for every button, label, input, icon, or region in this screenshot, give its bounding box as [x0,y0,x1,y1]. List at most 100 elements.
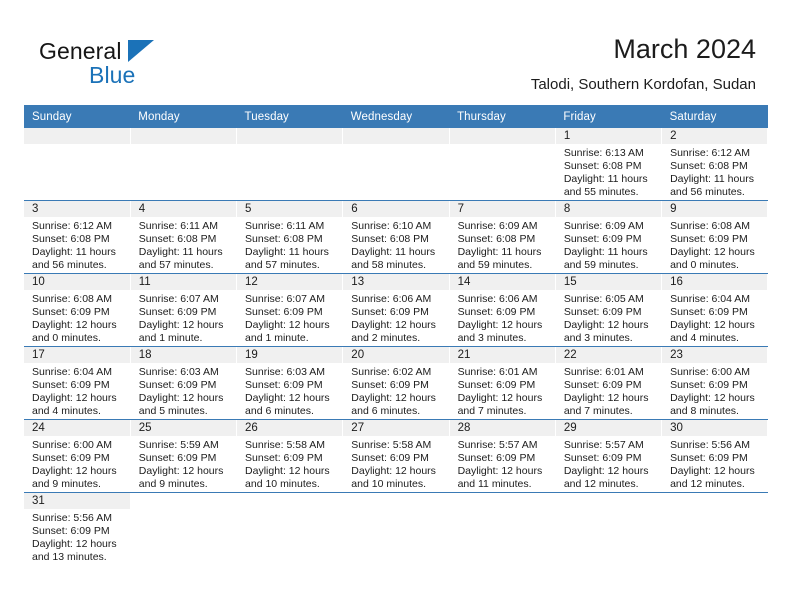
daylight-duration-line2: and 9 minutes. [138,478,208,491]
calendar-cell-inner: 7 Sunrise: 6:09 AM Sunset: 6:08 PM Daylight… [449,201,555,273]
day-sun-info: Sunrise: 5:58 AM Sunset: 6:09 PM Daylight:… [343,436,448,491]
calendar-day-cell[interactable]: 16 Sunrise: 6:04 AM Sunset: 6:09 PM Dayligh… [661,273,769,347]
calendar-day-cell[interactable]: 9 Sunrise: 6:08 AM Sunset: 6:09 PM Daylight… [661,200,769,274]
calendar-cell-blank[interactable] [236,492,344,565]
calendar-day-cell[interactable]: 2 Sunrise: 6:12 AM Sunset: 6:08 PM Daylight… [661,128,769,201]
calendar-cell-empty[interactable] [342,128,450,201]
calendar-day-cell[interactable]: 30 Sunrise: 5:56 AM Sunset: 6:09 PM Dayligh… [661,419,769,493]
daylight-duration-line1: Daylight: 11 hours [138,246,223,259]
day-sun-info: Sunrise: 6:01 AM Sunset: 6:09 PM Daylight:… [450,363,555,418]
sunrise-time: Sunrise: 6:10 AM [351,220,432,232]
calendar-cell-empty[interactable] [24,128,131,201]
daylight-duration-line1: Daylight: 12 hours [670,465,755,478]
calendar-day-cell[interactable]: 4 Sunrise: 6:11 AM Sunset: 6:08 PM Daylight… [130,200,238,274]
calendar-day-cell[interactable]: 23 Sunrise: 6:00 AM Sunset: 6:09 PM Dayligh… [661,346,769,420]
daylight-duration-line2: and 7 minutes. [457,405,527,418]
calendar-day-cell[interactable]: 25 Sunrise: 5:59 AM Sunset: 6:09 PM Dayligh… [130,419,238,493]
calendar-cell-blank[interactable] [449,492,556,565]
calendar-cell-inner [662,493,767,565]
calendar-day-cell[interactable]: 8 Sunrise: 6:09 AM Sunset: 6:09 PM Daylight… [555,200,663,274]
calendar-day-cell[interactable]: 28 Sunrise: 5:57 AM Sunset: 6:09 PM Dayligh… [449,419,556,493]
calendar-day-cell[interactable]: 12 Sunrise: 6:07 AM Sunset: 6:09 PM Dayligh… [236,273,344,347]
daylight-duration-line1: Daylight: 12 hours [563,392,649,405]
daylight-duration-line2: and 11 minutes. [457,478,532,491]
day-number: 31 [24,493,130,509]
daylight-duration-line1: Daylight: 11 hours [245,246,329,259]
calendar-cell-inner: 19 Sunrise: 6:03 AM Sunset: 6:09 PM Dayligh… [237,347,343,419]
daylight-duration-line2: and 3 minutes. [563,332,633,345]
weekday-header-sunday: Sunday [24,105,131,128]
sunset-time: Sunset: 6:08 PM [670,160,748,173]
calendar-cell-inner: 5 Sunrise: 6:11 AM Sunset: 6:08 PM Daylight… [237,201,343,273]
daylight-duration-line1: Daylight: 12 hours [670,246,755,259]
calendar-day-cell[interactable]: 6 Sunrise: 6:10 AM Sunset: 6:08 PM Daylight… [342,200,450,274]
general-blue-logo: General Blue [39,38,279,96]
day-sun-info: Sunrise: 6:11 AM Sunset: 6:08 PM Daylight:… [237,217,342,272]
calendar-day-cell[interactable]: 21 Sunrise: 6:01 AM Sunset: 6:09 PM Dayligh… [449,346,556,420]
sunrise-time: Sunrise: 6:13 AM [563,147,644,159]
calendar-day-cell[interactable]: 24 Sunrise: 6:00 AM Sunset: 6:09 PM Dayligh… [24,419,131,493]
sunrise-time: Sunrise: 5:58 AM [245,439,325,451]
sunrise-time: Sunrise: 6:11 AM [138,220,218,232]
daylight-duration-line1: Daylight: 12 hours [457,465,543,478]
calendar-cell-empty[interactable] [236,128,344,201]
day-sun-info: Sunrise: 6:08 AM Sunset: 6:09 PM Daylight:… [662,217,767,272]
calendar-cell-inner: 6 Sunrise: 6:10 AM Sunset: 6:08 PM Daylight… [343,201,449,273]
calendar-cell-blank[interactable] [130,492,238,565]
calendar-cell-inner: 25 Sunrise: 5:59 AM Sunset: 6:09 PM Dayligh… [130,420,237,492]
weekday-header-thursday: Thursday [449,105,556,128]
sunrise-time: Sunrise: 6:01 AM [457,366,538,378]
calendar-cell-inner: 9 Sunrise: 6:08 AM Sunset: 6:09 PM Daylight… [662,201,768,273]
calendar-day-cell[interactable]: 27 Sunrise: 5:58 AM Sunset: 6:09 PM Dayligh… [342,419,450,493]
day-number: 18 [130,347,237,363]
calendar-cell-inner: 31 Sunrise: 5:56 AM Sunset: 6:09 PM Dayligh… [24,493,130,565]
calendar-day-cell[interactable]: 22 Sunrise: 6:01 AM Sunset: 6:09 PM Dayligh… [555,346,663,420]
calendar-day-cell[interactable]: 29 Sunrise: 5:57 AM Sunset: 6:09 PM Dayligh… [555,419,663,493]
calendar-day-cell[interactable]: 14 Sunrise: 6:06 AM Sunset: 6:09 PM Dayligh… [449,273,556,347]
daylight-duration-line1: Daylight: 12 hours [138,392,224,405]
calendar-day-cell[interactable]: 1 Sunrise: 6:13 AM Sunset: 6:08 PM Daylight… [555,128,663,201]
calendar-cell-inner: 20 Sunrise: 6:02 AM Sunset: 6:09 PM Dayligh… [343,347,449,419]
calendar-day-cell[interactable]: 11 Sunrise: 6:07 AM Sunset: 6:09 PM Dayligh… [130,273,238,347]
calendar-cell-blank[interactable] [342,492,450,565]
sunset-time: Sunset: 6:08 PM [245,233,323,246]
calendar-cell-blank[interactable] [555,492,663,565]
daylight-duration-line1: Daylight: 12 hours [245,392,330,405]
daylight-duration-line1: Daylight: 12 hours [563,465,649,478]
sunrise-time: Sunrise: 5:56 AM [670,439,751,451]
calendar-day-cell[interactable]: 7 Sunrise: 6:09 AM Sunset: 6:08 PM Daylight… [449,200,556,274]
logo-text-blue: Blue [89,62,136,88]
sunset-time: Sunset: 6:09 PM [457,379,536,392]
daylight-duration-line2: and 6 minutes. [351,405,421,418]
day-number: 22 [555,347,662,363]
calendar-day-cell[interactable]: 17 Sunrise: 6:04 AM Sunset: 6:09 PM Dayligh… [24,346,131,420]
sunrise-time: Sunrise: 5:56 AM [32,512,112,524]
calendar-cell-inner: 29 Sunrise: 5:57 AM Sunset: 6:09 PM Dayligh… [555,420,662,492]
day-number-strip [24,128,130,144]
calendar-day-cell[interactable]: 20 Sunrise: 6:02 AM Sunset: 6:09 PM Dayligh… [342,346,450,420]
calendar-day-cell[interactable]: 5 Sunrise: 6:11 AM Sunset: 6:08 PM Daylight… [236,200,344,274]
calendar-cell-empty[interactable] [130,128,238,201]
calendar-day-cell[interactable]: 26 Sunrise: 5:58 AM Sunset: 6:09 PM Dayligh… [236,419,344,493]
calendar-day-cell[interactable]: 13 Sunrise: 6:06 AM Sunset: 6:09 PM Dayligh… [342,273,450,347]
daylight-duration-line2: and 56 minutes. [670,186,745,199]
daylight-duration-line1: Daylight: 12 hours [32,538,117,551]
calendar-day-cell[interactable]: 15 Sunrise: 6:05 AM Sunset: 6:09 PM Dayligh… [555,273,663,347]
daylight-duration-line2: and 55 minutes. [563,186,639,199]
calendar-day-cell[interactable]: 18 Sunrise: 6:03 AM Sunset: 6:09 PM Dayligh… [130,346,238,420]
sunrise-time: Sunrise: 6:12 AM [32,220,112,232]
calendar-day-cell[interactable]: 19 Sunrise: 6:03 AM Sunset: 6:09 PM Dayligh… [236,346,344,420]
calendar-cell-empty[interactable] [449,128,556,201]
location-subtitle: Talodi, Southern Kordofan, Sudan [530,76,756,93]
day-sun-info: Sunrise: 5:57 AM Sunset: 6:09 PM Daylight:… [556,436,661,491]
calendar-cell-blank[interactable] [661,492,769,565]
calendar-day-cell[interactable]: 10 Sunrise: 6:08 AM Sunset: 6:09 PM Dayligh… [24,273,131,347]
day-number: 25 [130,420,237,436]
day-sun-info: Sunrise: 6:06 AM Sunset: 6:09 PM Daylight:… [450,290,555,345]
daylight-duration-line2: and 10 minutes. [245,478,320,491]
sunrise-time: Sunrise: 5:59 AM [138,439,219,451]
day-number: 4 [130,201,237,217]
calendar-day-cell[interactable]: 31 Sunrise: 5:56 AM Sunset: 6:09 PM Dayligh… [24,492,131,565]
calendar-day-cell[interactable]: 3 Sunrise: 6:12 AM Sunset: 6:08 PM Daylight… [24,200,131,274]
daylight-duration-line2: and 9 minutes. [32,478,101,491]
